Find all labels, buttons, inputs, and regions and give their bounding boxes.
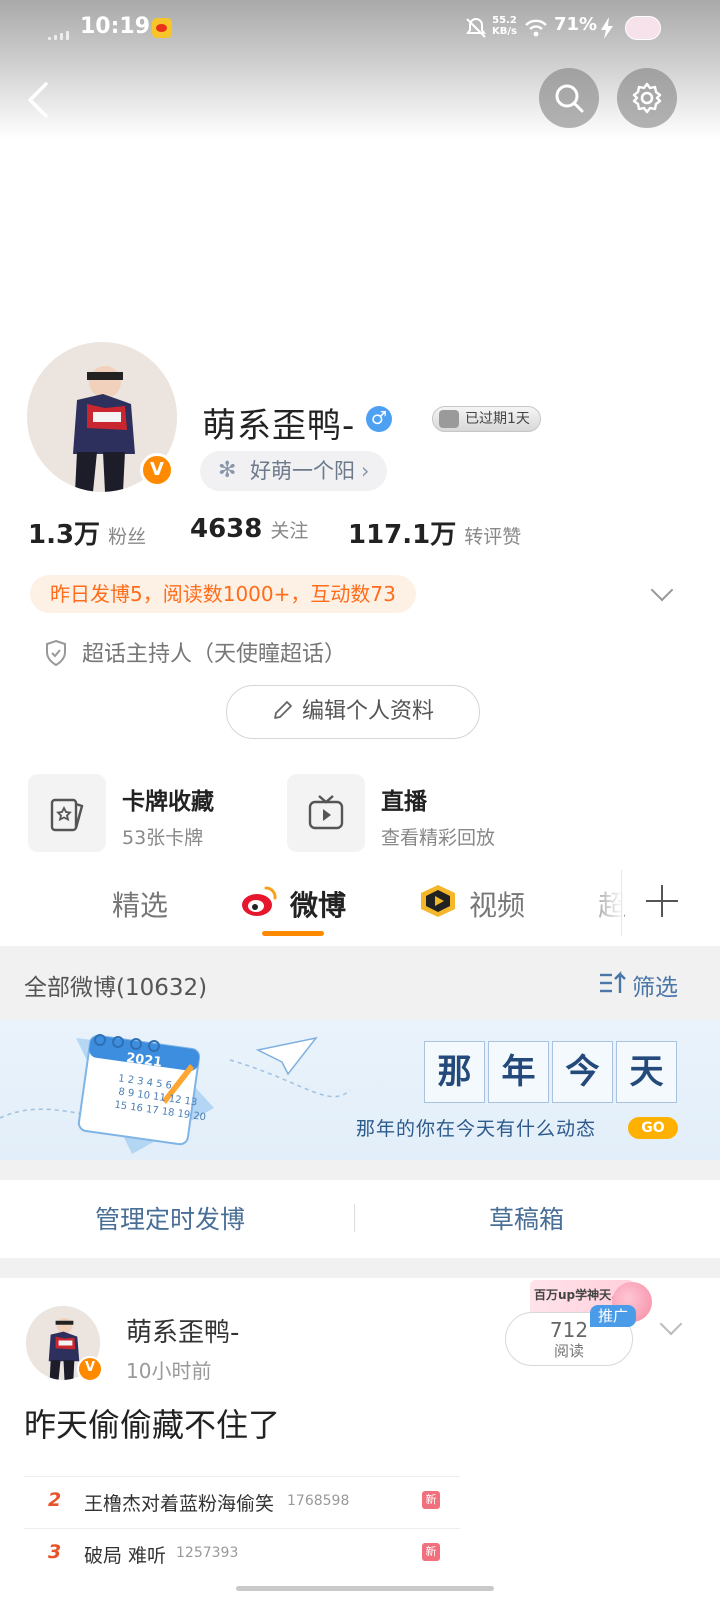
banner-subtitle: 那年的你在今天有什么动态 <box>356 1118 597 1140</box>
weibo-logo-icon <box>242 886 277 916</box>
search-icon <box>555 84 584 113</box>
hot-count: 1768598 <box>287 1493 350 1509</box>
scheduled-posts-button[interactable]: 管理定时发博 <box>95 1200 245 1236</box>
edit-profile-label: 编辑个人资料 <box>301 699 434 724</box>
mute-bell-icon <box>466 17 486 38</box>
status-bar: 10:19 55.2 KB/s 71% <box>0 0 720 56</box>
card-collection-subtitle: 53张卡牌 <box>122 827 204 849</box>
stat-followers[interactable]: 1.3万 粉丝 <box>28 514 146 551</box>
on-this-day-banner[interactable]: 2021 1 2 3 4 5 6 8 9 10 11 12 13 15 16 1… <box>0 1020 720 1160</box>
hot-title: 王橹杰对着蓝粉海偷笑 <box>84 1493 275 1515</box>
banner-char-4: 天 <box>616 1041 677 1103</box>
tab-overflow-fade <box>580 870 624 940</box>
tab-featured[interactable]: 精选 <box>112 884 168 924</box>
tab-divider <box>621 870 622 936</box>
drafts-button[interactable]: 草稿箱 <box>489 1200 564 1236</box>
all-posts-count: 全部微博(10632) <box>24 975 208 1001</box>
snowflake-icon: ✻ <box>218 458 237 483</box>
banner-char-2: 年 <box>488 1041 549 1103</box>
status-time: 10:19 <box>80 14 151 39</box>
live-subtitle: 查看精彩回放 <box>381 827 496 849</box>
promo-tag: 推广 <box>590 1305 637 1327</box>
charging-icon <box>601 17 613 39</box>
card-collection-tile[interactable] <box>28 774 106 852</box>
hot-rank: 2 <box>48 1489 62 1511</box>
live-tile[interactable] <box>287 774 365 852</box>
weibo-notification-icon <box>152 18 172 38</box>
tab-weibo[interactable]: 微博 <box>290 884 346 924</box>
fan-tag-label: 好萌一个阳 <box>250 459 355 483</box>
edit-profile-button[interactable]: 编辑个人资料 <box>226 685 480 739</box>
tab-video[interactable]: 视频 <box>469 884 525 924</box>
fan-tag-pill[interactable]: ✻ 好萌一个阳 › <box>200 451 388 491</box>
hot-count: 1257393 <box>176 1545 239 1561</box>
tv-play-icon <box>308 795 344 830</box>
card-star-icon <box>50 798 84 832</box>
action-divider <box>354 1204 355 1232</box>
search-button[interactable] <box>539 68 599 128</box>
hot-title: 破局 难听 <box>84 1545 167 1567</box>
active-tab-indicator <box>262 931 324 936</box>
male-gender-icon: ♂ <box>366 406 392 432</box>
back-icon[interactable] <box>24 80 54 120</box>
settings-button[interactable] <box>617 68 677 128</box>
vip-status-label: 已过期1天 <box>465 411 530 427</box>
vip-crown-icon <box>439 410 459 428</box>
hot-rank: 3 <box>48 1541 62 1563</box>
post-author-name[interactable]: 萌系歪鸭- <box>126 1312 239 1349</box>
banner-char-1: 那 <box>424 1041 485 1103</box>
pet-avatar-icon <box>625 16 661 40</box>
filter-icon[interactable] <box>598 971 628 995</box>
network-speed: 55.2 KB/s <box>492 15 517 37</box>
video-play-icon <box>421 885 455 917</box>
shield-icon <box>46 639 66 667</box>
post-text: 昨天偷偷藏不住了 <box>24 1406 281 1444</box>
activity-summary[interactable]: 昨日发博5，阅读数1000+，互动数73 <box>30 575 416 613</box>
verified-badge-icon: V <box>77 1356 103 1382</box>
battery-level: 71% <box>554 14 598 35</box>
super-topic-host[interactable]: 超话主持人（天使瞳超话） <box>82 636 346 668</box>
verified-badge-icon: V <box>140 453 174 487</box>
new-badge: 新 <box>422 1543 440 1561</box>
filter-button[interactable]: 筛选 <box>632 968 678 1002</box>
banner-go-button[interactable]: GO <box>628 1117 678 1139</box>
gear-icon <box>632 82 662 114</box>
wifi-icon <box>525 19 547 37</box>
vip-status-badge[interactable]: 已过期1天 <box>432 406 541 432</box>
section-gap <box>0 1258 720 1278</box>
signal-icon <box>48 30 72 40</box>
stat-interactions[interactable]: 117.1万 转评赞 <box>348 514 521 551</box>
pencil-icon <box>274 701 292 719</box>
chevron-right-icon: › <box>361 459 370 483</box>
profile-name: 萌系歪鸭- <box>202 406 356 446</box>
new-badge: 新 <box>422 1491 440 1509</box>
hot-list-item[interactable]: 2 王橹杰对着蓝粉海偷笑 1768598 新 <box>24 1476 460 1528</box>
add-tab-icon[interactable] <box>646 885 678 917</box>
post-time: 10小时前 <box>126 1359 212 1383</box>
home-indicator[interactable] <box>236 1586 494 1591</box>
read-label: 阅读 <box>553 1342 584 1360</box>
stat-following[interactable]: 4638 关注 <box>190 514 308 544</box>
card-collection-title[interactable]: 卡牌收藏 <box>122 782 214 816</box>
post-menu-chevron-icon[interactable] <box>659 1312 683 1336</box>
chevron-down-icon[interactable] <box>650 578 674 602</box>
section-gap <box>0 1160 720 1180</box>
banner-char-3: 今 <box>552 1041 613 1103</box>
live-title[interactable]: 直播 <box>381 782 427 816</box>
hot-list-item[interactable]: 3 破局 难听 1257393 新 <box>24 1528 460 1580</box>
